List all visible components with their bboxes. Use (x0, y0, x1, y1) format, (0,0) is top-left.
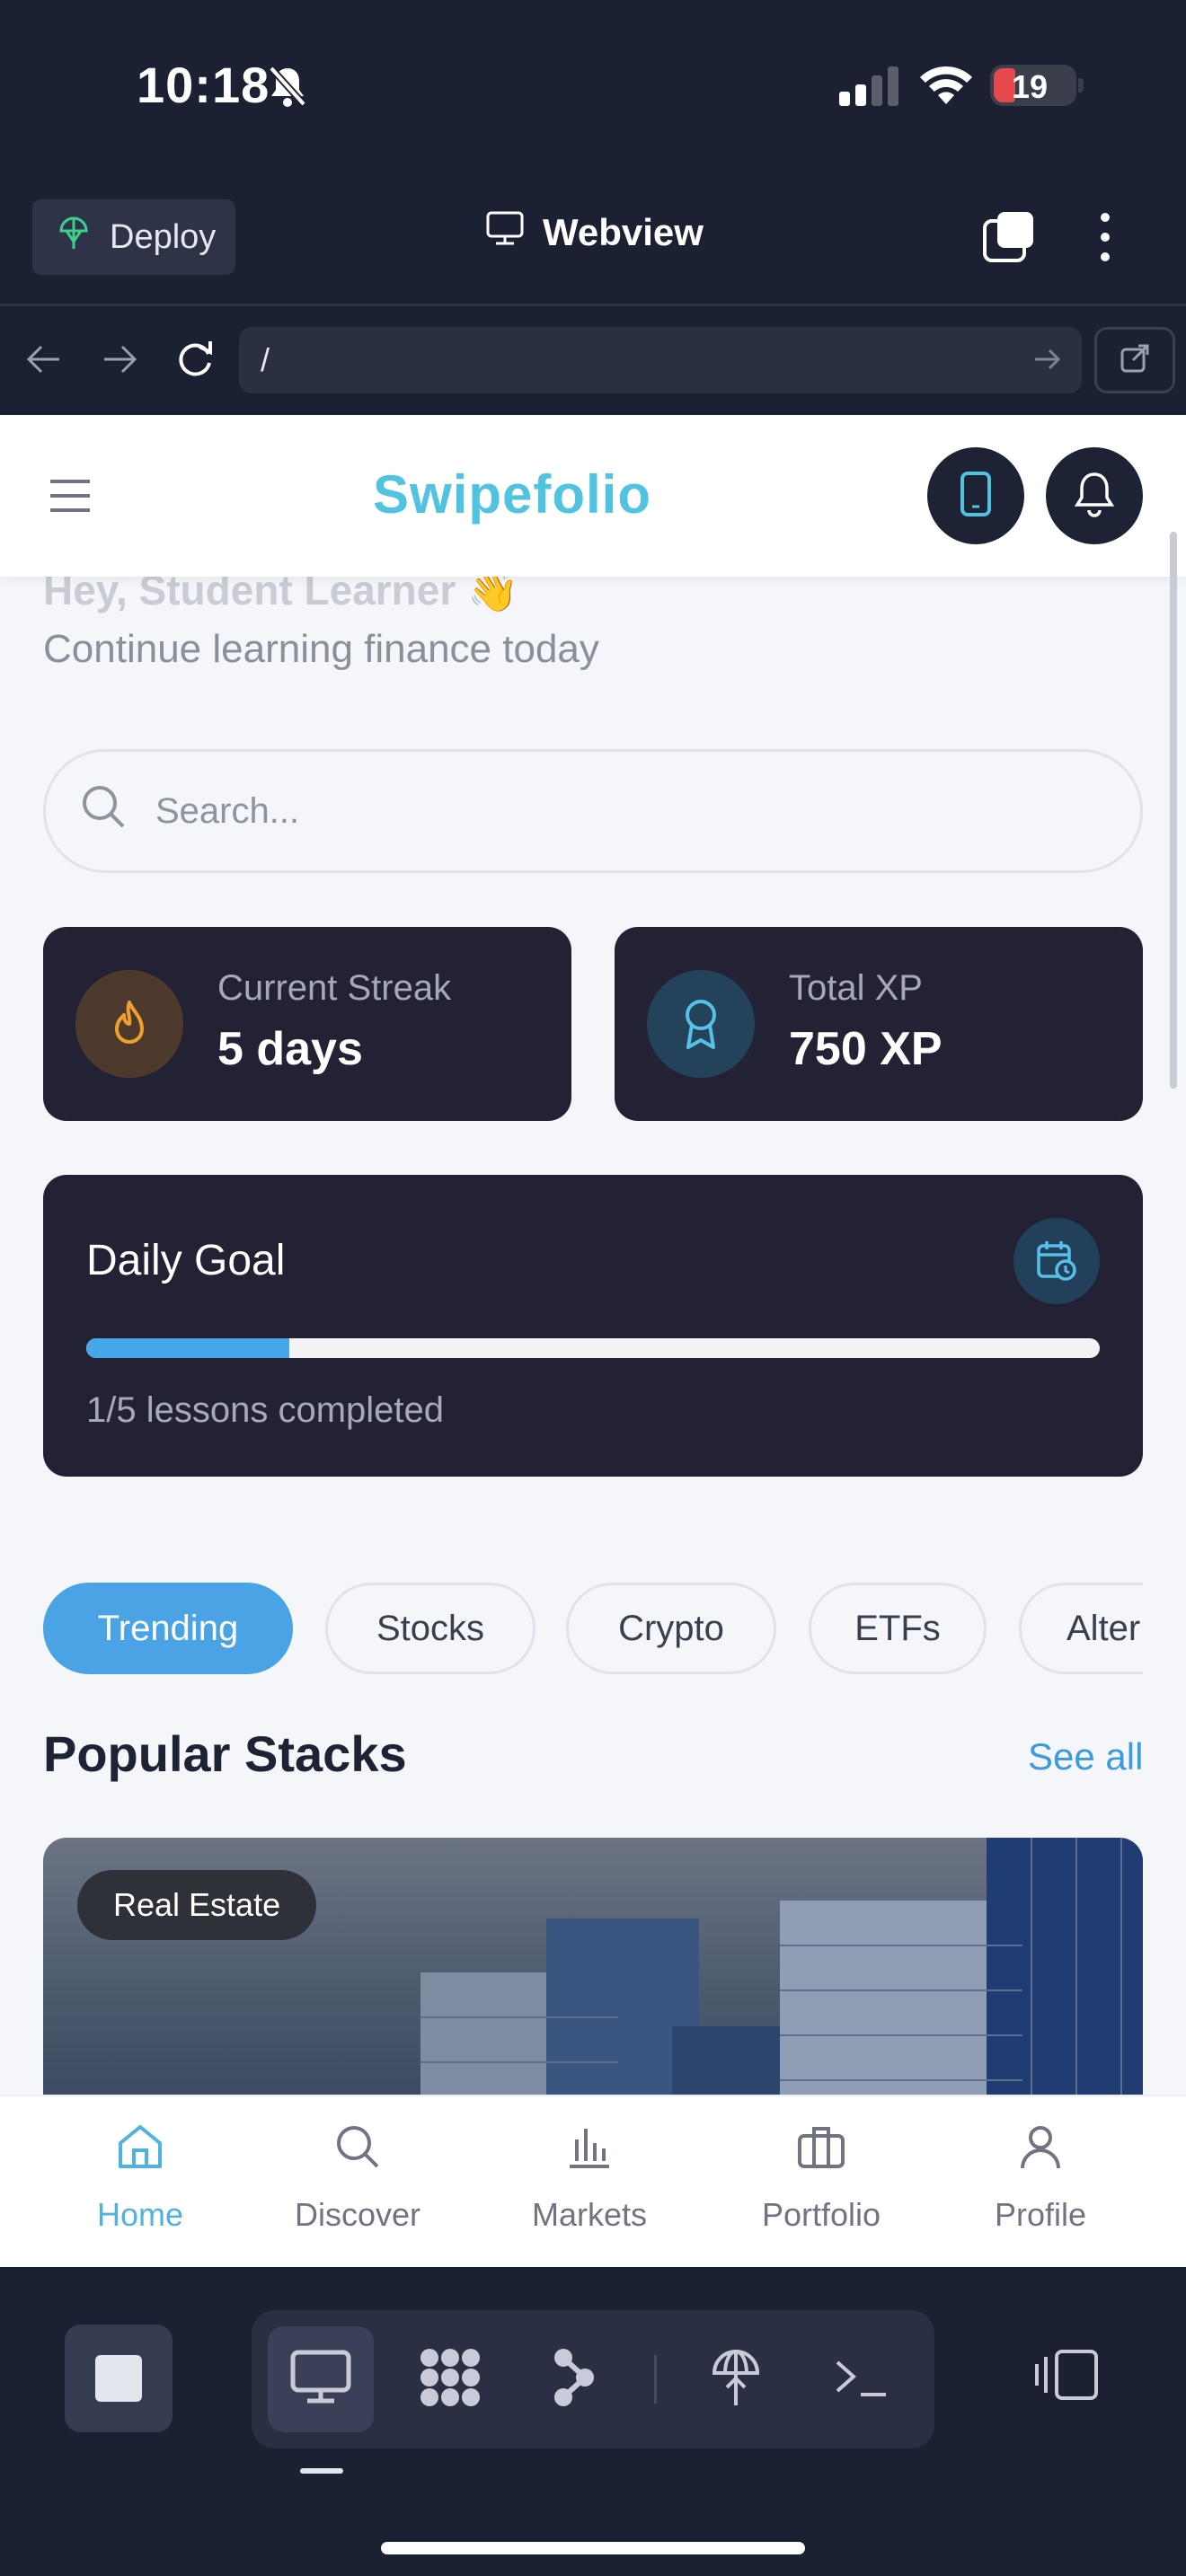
chip-stocks[interactable]: Stocks (325, 1583, 535, 1674)
nav-portfolio-label: Portfolio (761, 2196, 881, 2233)
webview-tab[interactable]: Webview (485, 210, 704, 255)
ide-bottom-toolbar (0, 2267, 1186, 2576)
divider (0, 304, 1186, 306)
bar-chart-icon (564, 2122, 615, 2180)
monitor-icon (485, 210, 525, 255)
nav-home[interactable]: Home (50, 2122, 230, 2234)
nav-profile[interactable]: Profile (951, 2122, 1130, 2234)
streak-card[interactable]: Current Streak 5 days (43, 927, 571, 1121)
split-panel-icon[interactable] (1033, 2348, 1100, 2406)
daily-goal-progress-fill (86, 1338, 289, 1358)
app-logo-title: Swipefolio (373, 464, 651, 525)
chip-crypto[interactable]: Crypto (566, 1583, 776, 1674)
popular-stacks-title: Popular Stacks (43, 1725, 407, 1782)
nav-portfolio[interactable]: Portfolio (731, 2122, 911, 2234)
branch-icon (549, 2347, 599, 2413)
subtitle: Continue learning finance today (43, 627, 599, 671)
bottom-navigation: Home Discover Markets Portfolio Profile (0, 2095, 1186, 2267)
wifi-icon (918, 63, 974, 110)
tool-switcher (252, 2310, 934, 2448)
streak-value: 5 days (217, 1023, 363, 1075)
toolbar-divider (654, 2355, 657, 2404)
silent-mode-icon (268, 65, 307, 112)
forward-arrow-icon[interactable] (99, 340, 138, 384)
tabs-icon[interactable] (981, 208, 1039, 270)
chip-alternatives[interactable]: Alternatives (1019, 1583, 1143, 1674)
open-external-button[interactable] (1094, 327, 1175, 393)
xp-label: Total XP (789, 968, 923, 1008)
webview-content: Swipefolio Hey, Student Learner 👋 Contin… (0, 415, 1186, 2267)
cellular-signal-icon (839, 66, 902, 110)
reload-icon[interactable] (173, 336, 217, 385)
shell-tool-button[interactable] (809, 2326, 915, 2432)
bell-icon (1073, 471, 1116, 522)
search-icon (332, 2122, 383, 2180)
ide-top-bar: Deploy Webview (0, 171, 1186, 306)
daily-goal-card[interactable]: Daily Goal 1/5 lessons completed (43, 1175, 1143, 1477)
more-options-icon[interactable] (1091, 208, 1120, 270)
stop-button[interactable] (65, 2325, 173, 2432)
category-chips: Trending Stocks Crypto ETFs Alternatives (43, 1583, 1143, 1678)
search-placeholder: Search... (155, 790, 300, 831)
xp-value: 750 XP (789, 1023, 943, 1075)
back-arrow-icon[interactable] (25, 340, 65, 384)
user-icon (1015, 2122, 1066, 2180)
nav-markets-label: Markets (531, 2196, 648, 2233)
home-indicator (381, 2542, 805, 2554)
calendar-clock-icon[interactable] (1013, 1218, 1100, 1304)
flame-icon (75, 970, 183, 1078)
nav-profile-label: Profile (994, 2196, 1087, 2233)
chip-etfs[interactable]: ETFs (809, 1583, 987, 1674)
device-preview-button[interactable] (927, 447, 1024, 544)
app-header: Swipefolio (0, 415, 1186, 577)
webview-tool-button[interactable] (268, 2326, 374, 2432)
daily-goal-title: Daily Goal (86, 1237, 286, 1284)
nav-markets[interactable]: Markets (500, 2122, 679, 2234)
category-badge: Real Estate (77, 1870, 317, 1940)
url-input[interactable]: / (239, 327, 1082, 393)
active-tool-indicator (300, 2468, 343, 2474)
search-icon (78, 781, 128, 841)
status-bar: 10:18 19 (0, 0, 1186, 171)
terminal-icon (834, 2355, 890, 2404)
nav-home-label: Home (96, 2196, 184, 2233)
clock: 10:18 (137, 57, 270, 113)
webview-label: Webview (543, 211, 704, 253)
nav-discover[interactable]: Discover (268, 2122, 447, 2234)
briefcase-icon (796, 2122, 846, 2180)
deploy-tool-button[interactable] (683, 2326, 789, 2432)
xp-card[interactable]: Total XP 750 XP (615, 927, 1143, 1121)
globe-deploy-icon (709, 2346, 763, 2413)
search-input[interactable]: Search... (43, 749, 1143, 873)
go-arrow-icon[interactable] (1031, 343, 1064, 380)
deploy-button[interactable]: Deploy (32, 199, 235, 275)
agent-tool-button[interactable] (397, 2326, 503, 2432)
phone-icon (960, 471, 992, 522)
battery-indicator: 19 (990, 65, 1084, 106)
stop-icon (95, 2355, 142, 2402)
external-link-icon (1119, 342, 1151, 379)
award-icon (647, 970, 755, 1078)
see-all-link[interactable]: See all (1028, 1735, 1143, 1778)
battery-level: 19 (1011, 68, 1049, 105)
home-icon (115, 2122, 165, 2180)
chip-trending[interactable]: Trending (43, 1583, 293, 1674)
deploy-icon (58, 215, 90, 260)
page-scrollbar[interactable] (1170, 532, 1177, 1089)
git-tool-button[interactable] (521, 2326, 627, 2432)
monitor-icon (289, 2349, 352, 2411)
nav-discover-label: Discover (294, 2196, 421, 2233)
streak-label: Current Streak (217, 968, 452, 1008)
notifications-button[interactable] (1046, 447, 1143, 544)
daily-goal-progress (86, 1338, 1100, 1358)
deploy-label: Deploy (110, 217, 217, 256)
url-bar-row: / (0, 307, 1186, 415)
daily-goal-status: 1/5 lessons completed (86, 1390, 445, 1430)
dots-grid-icon (417, 2347, 483, 2413)
